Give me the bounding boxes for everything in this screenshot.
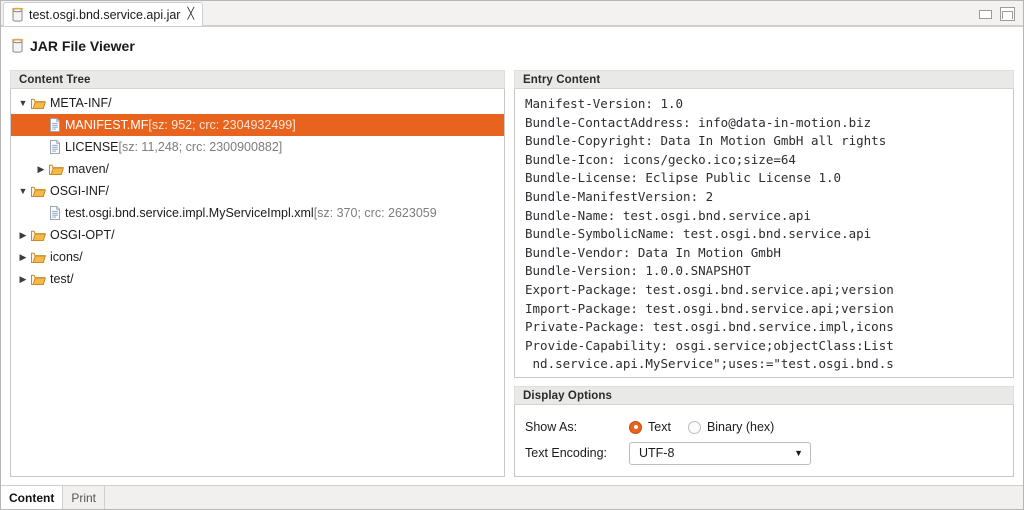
tree-row[interactable]: ▶ test/: [11, 268, 504, 290]
display-options-header: Display Options: [514, 386, 1014, 405]
radio-icon[interactable]: [629, 420, 642, 434]
file-icon: [49, 206, 61, 220]
tree-row-label: maven/: [68, 162, 109, 176]
tree-row[interactable]: ▶ icons/: [11, 246, 504, 268]
tree-row-meta: [sz: 370; crc: 2623059: [313, 206, 437, 220]
entry-content-header: Entry Content: [514, 70, 1014, 89]
chevron-down-icon: ▼: [794, 447, 803, 458]
tree-row[interactable]: ▼ META-INF/: [11, 92, 504, 114]
content-tree[interactable]: ▼META-INF/▶MANIFEST.MF [sz: 952; crc: 23…: [11, 89, 504, 290]
page-title-bar: JAR File Viewer: [1, 27, 1023, 63]
tree-row[interactable]: ▶MANIFEST.MF [sz: 952; crc: 2304932499]: [11, 114, 504, 136]
page-title: JAR File Viewer: [30, 38, 135, 54]
tree-row-label: LICENSE: [65, 140, 119, 154]
display-options-panel: Display Options Show As: Text Binary (hex…: [514, 386, 1014, 477]
tree-row-label: MANIFEST.MF: [65, 118, 149, 132]
display-options-box: Show As: Text Binary (hex) Text Encoding:…: [514, 405, 1014, 477]
chevron-down-icon[interactable]: ▼: [15, 186, 31, 196]
text-encoding-label: Text Encoding:: [525, 446, 607, 460]
content-tree-box[interactable]: ▼META-INF/▶MANIFEST.MF [sz: 952; crc: 23…: [10, 89, 505, 477]
editor-tab-jar[interactable]: test.osgi.bnd.service.api.jar ╳: [3, 2, 204, 26]
chevron-right-icon[interactable]: ▶: [33, 164, 49, 174]
editor-tab-strip: test.osgi.bnd.service.api.jar ╳: [1, 1, 1023, 27]
folder-open-icon: [31, 185, 46, 198]
radio-text[interactable]: Text: [629, 420, 671, 434]
show-as-label: Show As:: [525, 420, 578, 434]
content-tree-header: Content Tree: [10, 70, 505, 89]
chevron-right-icon[interactable]: ▶: [15, 252, 31, 262]
bottom-tab-content[interactable]: Content: [1, 486, 64, 509]
radio-label: Binary (hex): [706, 420, 775, 434]
tree-row-label: OSGI-OPT/: [50, 228, 115, 242]
file-icon: [49, 140, 61, 154]
entry-content-box[interactable]: Manifest-Version: 1.0 Bundle-ContactAddr…: [514, 89, 1014, 378]
folder-open-icon: [31, 251, 46, 264]
chevron-right-icon[interactable]: ▶: [15, 274, 31, 284]
text-encoding-value: UTF-8: [639, 446, 675, 460]
chevron-right-icon[interactable]: ▶: [15, 230, 31, 240]
jar-icon: [11, 7, 24, 23]
tree-row[interactable]: ▶ maven/: [11, 158, 504, 180]
window-controls: [979, 7, 1015, 21]
tree-row[interactable]: ▼ OSGI-INF/: [11, 180, 504, 202]
bottom-tab-print[interactable]: Print: [63, 486, 106, 509]
tree-row[interactable]: ▶ OSGI-OPT/: [11, 224, 504, 246]
text-encoding-row: Text Encoding: UTF-8 ▼: [525, 440, 1013, 466]
tree-row-label: test.osgi.bnd.service.impl.MyServiceImpl…: [65, 206, 314, 220]
tree-row[interactable]: ▶LICENSE [sz: 11,248; crc: 2300900882]: [11, 136, 504, 158]
maximize-icon[interactable]: [1000, 7, 1015, 21]
minimize-icon[interactable]: [979, 9, 992, 19]
folder-open-icon: [31, 97, 46, 110]
show-as-radio-group[interactable]: Text Binary (hex): [629, 420, 774, 434]
jar-file-viewer-window: test.osgi.bnd.service.api.jar ╳ JAR File…: [0, 0, 1024, 510]
folder-open-icon: [31, 229, 46, 242]
main-content: Content Tree ▼META-INF/▶MANIFEST.MF [sz:…: [1, 63, 1023, 481]
content-tree-panel: Content Tree ▼META-INF/▶MANIFEST.MF [sz:…: [1, 63, 505, 481]
tree-row-meta: [sz: 952; crc: 2304932499]: [148, 118, 296, 132]
show-as-row: Show As: Text Binary (hex): [525, 414, 1013, 440]
radio-binary-hex[interactable]: Binary (hex): [687, 420, 775, 434]
jar-icon: [11, 38, 24, 54]
chevron-down-icon[interactable]: ▼: [15, 98, 31, 108]
tree-row-label: META-INF/: [50, 96, 112, 110]
entry-content-panel: Entry Content Manifest-Version: 1.0 Bund…: [505, 63, 1023, 481]
radio-label: Text: [648, 420, 671, 434]
tree-row-label: icons/: [50, 250, 83, 264]
text-encoding-select[interactable]: UTF-8 ▼: [629, 441, 811, 465]
editor-tab-title: test.osgi.bnd.service.api.jar: [29, 7, 181, 22]
radio-icon[interactable]: [687, 420, 701, 434]
tree-row-meta: [sz: 11,248; crc: 2300900882]: [118, 140, 283, 154]
entry-content-text: Manifest-Version: 1.0 Bundle-ContactAddr…: [525, 96, 894, 372]
close-icon[interactable]: ╳: [185, 9, 194, 20]
bottom-tab-bar: Content Print: [1, 485, 1023, 509]
file-icon: [49, 118, 61, 132]
folder-open-icon: [31, 273, 46, 286]
tree-row-label: test/: [50, 272, 74, 286]
tree-row-label: OSGI-INF/: [50, 184, 110, 198]
folder-open-icon: [49, 163, 64, 176]
tree-row[interactable]: ▶test.osgi.bnd.service.impl.MyServiceImp…: [11, 202, 504, 224]
